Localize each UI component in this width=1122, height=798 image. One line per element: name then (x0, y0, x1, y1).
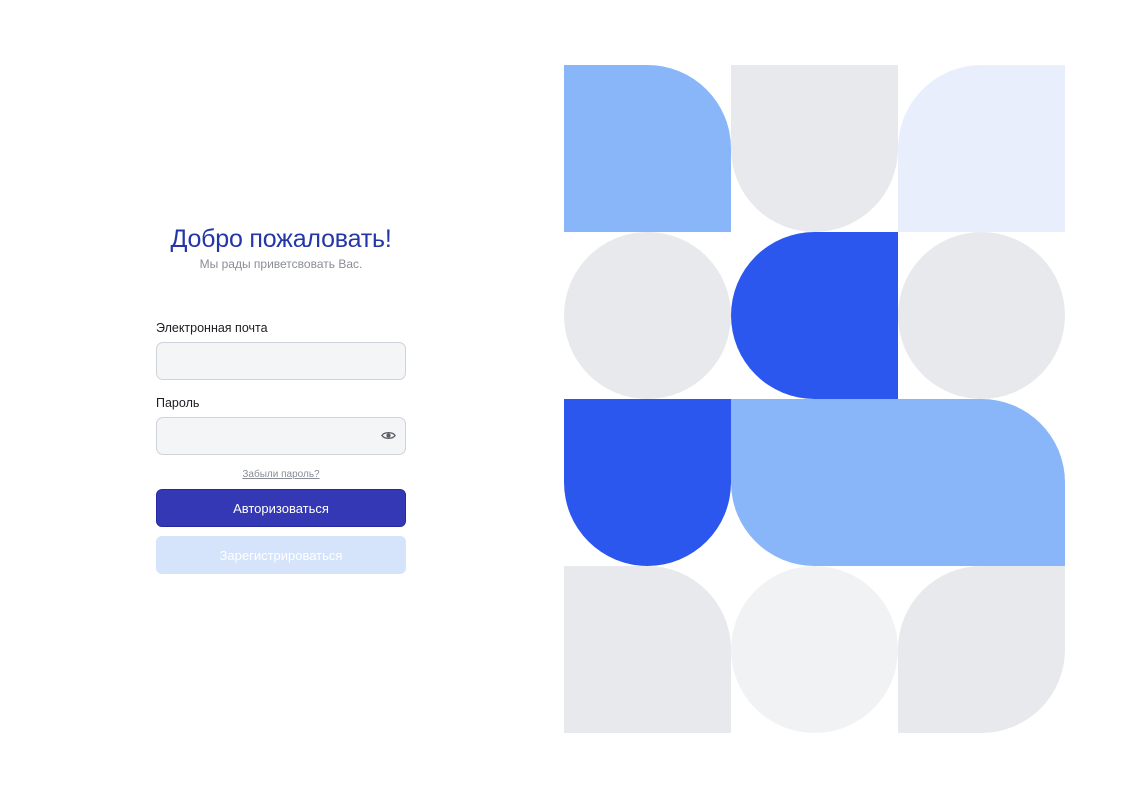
pattern-tile-leaf-top-right (898, 399, 1065, 566)
pattern-tile-leaf-top-left-bottom-right (898, 566, 1065, 733)
password-field[interactable] (157, 418, 405, 454)
pattern-tile-circle (731, 566, 898, 733)
email-label: Электронная почта (156, 321, 268, 335)
password-label: Пароль (156, 396, 200, 410)
page-title: Добро пожаловать! (170, 225, 392, 253)
pattern-tile-leaf-top-right (564, 566, 731, 733)
register-button[interactable]: Зарегистрироваться (156, 536, 406, 574)
login-button[interactable]: Авторизоваться (156, 489, 406, 527)
forgot-password-link[interactable]: Забыли пароль? (156, 469, 406, 481)
decorative-pattern (564, 65, 1065, 733)
pattern-tile-circle (564, 232, 731, 399)
pattern-tile-leaf-top-right (564, 65, 731, 232)
email-field-box (156, 342, 406, 380)
pattern-tile-leaf-left (731, 232, 898, 399)
email-field[interactable] (157, 343, 405, 379)
pattern-tile-circle (898, 232, 1065, 399)
pattern-tile-arch-bottom (731, 65, 898, 232)
page-subtitle: Мы рады приветсвовать Вас. (199, 257, 363, 271)
password-field-box (156, 417, 406, 455)
pattern-tile-leaf-top-left (898, 65, 1065, 232)
pattern-tile-leaf-bottom-left (731, 399, 898, 566)
pattern-tile-arch-bottom (564, 399, 731, 566)
eye-icon[interactable] (381, 430, 396, 441)
